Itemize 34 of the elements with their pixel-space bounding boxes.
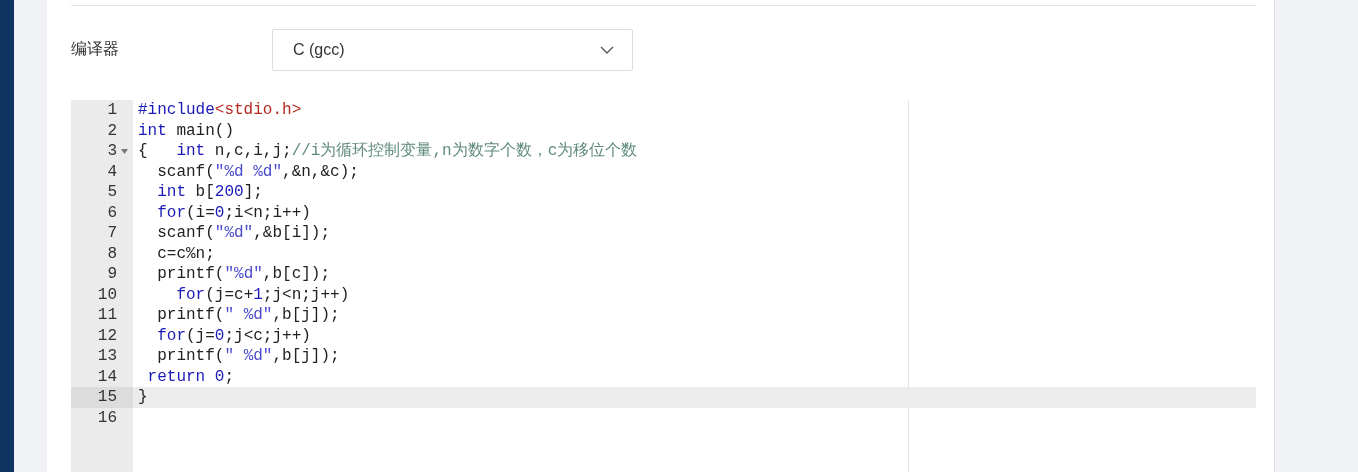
- line-number: 3: [107, 141, 118, 162]
- line-number: 2: [107, 120, 118, 141]
- code-line: int main(): [138, 121, 235, 140]
- line-number: 10: [97, 284, 118, 305]
- code-line: scanf("%d %d",&n,&c);: [156, 162, 359, 181]
- line-number: 16: [97, 407, 118, 428]
- line-number: 5: [107, 182, 118, 203]
- code-line: for(i=0;i<n;i++): [156, 203, 311, 222]
- code-line: { int n,c,i,j;//i为循环控制变量,n为数字个数，c为移位个数: [138, 142, 638, 160]
- line-number: 6: [107, 202, 118, 223]
- code-line: printf("%d",b[c]);: [156, 265, 331, 283]
- field-label: 编译器: [71, 39, 120, 60]
- code-line: for(j=c+1;j<n;j++): [175, 285, 350, 304]
- chevron-down-icon: [600, 45, 614, 54]
- code-line: int b[200];: [156, 183, 263, 201]
- code-line: scanf("%d",&b[i]);: [156, 224, 331, 242]
- code-line: for(j=0;j<c;j++): [156, 326, 311, 345]
- code-line: return 0;: [146, 367, 235, 386]
- line-number: 11: [97, 305, 118, 326]
- line-number: 12: [97, 325, 118, 346]
- code-line: printf(" %d",b[j]);: [156, 347, 340, 365]
- compiler-select[interactable]: C (gcc): [272, 28, 633, 71]
- line-number: 9: [107, 264, 118, 285]
- line-number: 7: [107, 223, 118, 244]
- code-line: printf(" %d",b[j]);: [156, 306, 340, 324]
- code-line: }: [138, 388, 148, 406]
- line-number: 15: [97, 387, 118, 408]
- code-line: #include<stdio.h>: [138, 101, 302, 119]
- code-line: c=c%n;: [156, 244, 215, 263]
- line-number: 13: [97, 346, 118, 367]
- line-number: 14: [97, 366, 118, 387]
- line-number: 4: [107, 161, 118, 182]
- line-number: 8: [107, 243, 118, 264]
- line-number: 1: [107, 100, 118, 121]
